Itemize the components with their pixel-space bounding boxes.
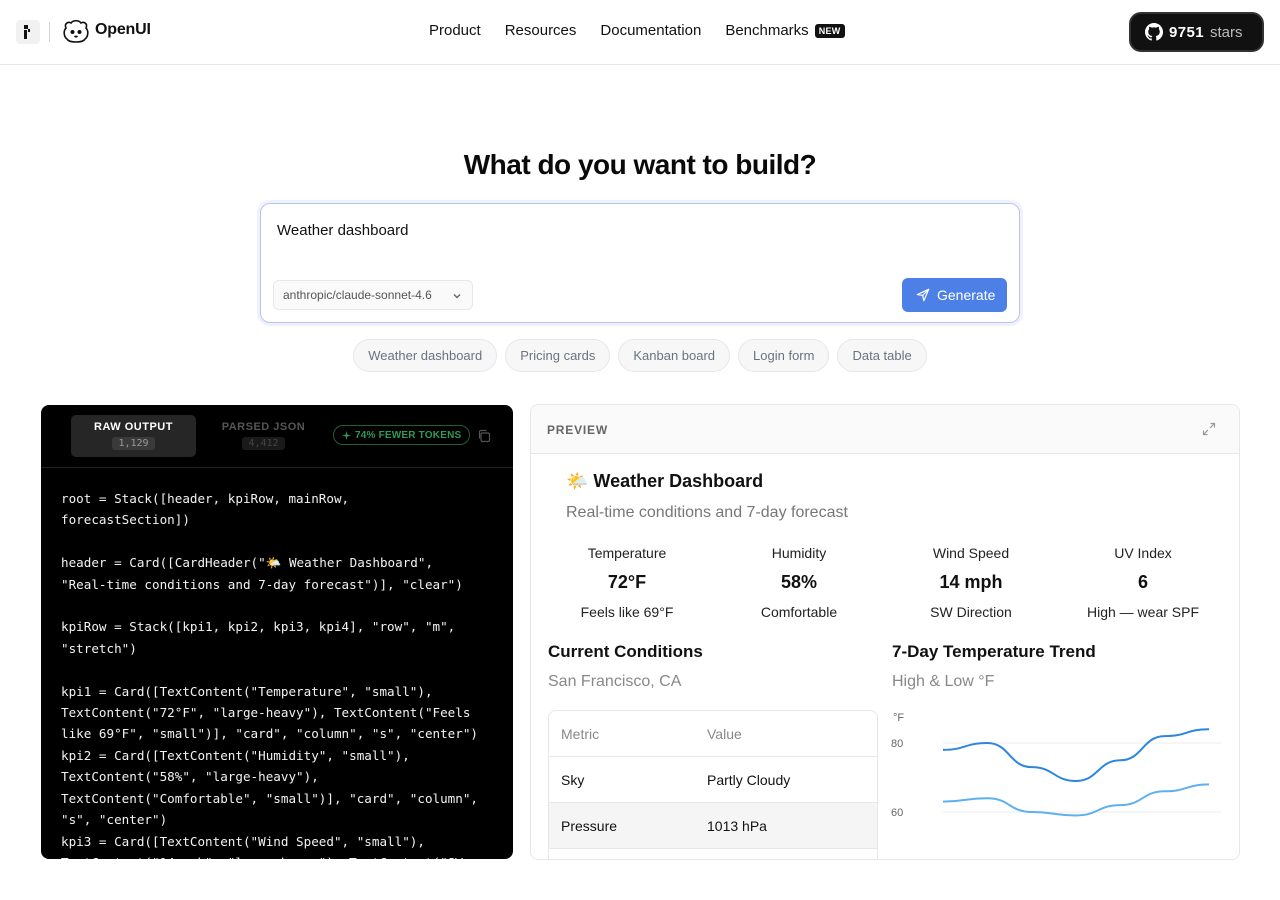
- nav-benchmarks[interactable]: Benchmarks NEW: [725, 22, 845, 39]
- tab-parsed-json-count: 4,412: [242, 437, 285, 450]
- y-axis-unit: °F: [893, 712, 904, 724]
- table-header-value: Value: [707, 726, 742, 742]
- table-cell: Partly Cloudy: [707, 772, 791, 788]
- nav-product[interactable]: Product: [429, 22, 481, 39]
- chip-pricing-cards[interactable]: Pricing cards: [505, 339, 611, 372]
- code-output: root = Stack([header, kpiRow, mainRow, f…: [61, 491, 479, 859]
- table-row: Sky Partly Cloudy: [549, 757, 877, 803]
- kpi-temperature: Temperature 72°F Feels like 69°F: [541, 545, 713, 620]
- preview-panel: PREVIEW 🌤️ Weather Dashboard Real-time c…: [530, 404, 1240, 860]
- new-badge: NEW: [814, 24, 845, 39]
- current-conditions-subtitle: San Francisco, CA: [548, 673, 682, 690]
- kpi-uv-index: UV Index 6 High — wear SPF: [1057, 545, 1229, 620]
- dog-logo-icon[interactable]: [60, 16, 92, 53]
- kpi-note: Comfortable: [760, 604, 838, 620]
- tab-raw-output-label: RAW OUTPUT: [94, 421, 173, 433]
- hero-title: What do you want to build?: [463, 149, 817, 180]
- suggestion-chips: Weather dashboard Pricing cards Kanban b…: [0, 339, 1280, 372]
- chevron-down-icon: [453, 294, 461, 299]
- chip-kanban-board[interactable]: Kanban board: [618, 339, 731, 372]
- kpi-value: 14 mph: [939, 572, 1003, 592]
- stars-label: stars: [1209, 23, 1243, 41]
- nav-resources[interactable]: Resources: [505, 22, 577, 39]
- model-select-value: anthropic/claude-sonnet-4.6: [283, 288, 432, 302]
- generate-label: Generate: [937, 287, 996, 303]
- brand-name[interactable]: OpenUI: [95, 21, 151, 39]
- conditions-table: Metric Value Sky Partly Cloudy Pressure …: [548, 710, 878, 859]
- kpi-label: UV Index: [1114, 545, 1172, 561]
- chip-weather-dashboard[interactable]: Weather dashboard: [353, 339, 498, 372]
- tab-parsed-json-label: PARSED JSON: [221, 421, 306, 433]
- generate-button[interactable]: Generate: [902, 278, 1007, 312]
- current-conditions-title: Current Conditions: [548, 642, 703, 661]
- table-header-row: Metric Value: [549, 711, 877, 757]
- kpi-label: Humidity: [771, 545, 827, 561]
- github-icon: [1145, 23, 1163, 41]
- table-row: Pressure 1013 hPa: [549, 803, 877, 849]
- kpi-note: Feels like 69°F: [580, 604, 674, 620]
- code-panel: RAW OUTPUT 1,129 PARSED JSON 4,412 74% F…: [41, 405, 513, 859]
- top-nav: OpenUI Product Resources Documentation B…: [0, 0, 1280, 65]
- prompt-input[interactable]: Weather dashboard: [277, 222, 408, 239]
- copy-icon[interactable]: [477, 429, 491, 443]
- kpi-wind-speed: Wind Speed 14 mph SW Direction: [885, 545, 1057, 620]
- send-icon: [916, 288, 930, 302]
- kpi-value: 58%: [780, 572, 818, 592]
- table-cell: 1013 hPa: [707, 818, 767, 834]
- table-header-metric: Metric: [561, 726, 600, 742]
- kpi-note: High — wear SPF: [1086, 604, 1200, 620]
- series-line-0: [942, 728, 1210, 782]
- trend-subtitle: High & Low °F: [892, 673, 995, 690]
- kpi-label: Temperature: [587, 545, 667, 561]
- github-stars-button[interactable]: 9751 stars: [1129, 12, 1264, 52]
- dashboard-title: 🌤️ Weather Dashboard: [566, 471, 764, 491]
- trend-title: 7-Day Temperature Trend: [892, 642, 1096, 661]
- nav-links: Product Resources Documentation Benchmar…: [429, 22, 845, 39]
- table-cell: Pressure: [561, 818, 618, 834]
- dashboard-subtitle: Real-time conditions and 7-day forecast: [566, 504, 848, 521]
- brand-mark-icon[interactable]: [16, 20, 40, 44]
- nav-documentation[interactable]: Documentation: [600, 22, 701, 39]
- token-savings-text: 74% FEWER TOKENS: [355, 429, 462, 441]
- preview-label: PREVIEW: [547, 423, 608, 437]
- chip-login-form[interactable]: Login form: [738, 339, 830, 372]
- sparkle-icon: [342, 430, 351, 440]
- logo-divider: [49, 22, 50, 42]
- kpi-humidity: Humidity 58% Comfortable: [713, 545, 885, 620]
- code-tabs: RAW OUTPUT 1,129 PARSED JSON 4,412 74% F…: [41, 405, 513, 468]
- tab-raw-output-count: 1,129: [112, 437, 155, 450]
- prompt-box[interactable]: Weather dashboard anthropic/claude-sonne…: [260, 203, 1020, 323]
- tab-parsed-json[interactable]: PARSED JSON 4,412: [201, 415, 326, 457]
- kpi-value: 6: [1137, 572, 1148, 592]
- y-tick-label: 80: [891, 738, 903, 750]
- series-line-1: [942, 783, 1210, 817]
- y-tick-label: 60: [891, 807, 903, 819]
- stars-count: 9751: [1169, 23, 1204, 41]
- kpi-value: 72°F: [607, 572, 647, 592]
- kpi-label: Wind Speed: [932, 545, 1010, 561]
- table-row-partial: [549, 849, 877, 859]
- token-savings-badge: 74% FEWER TOKENS: [333, 425, 471, 445]
- tab-raw-output[interactable]: RAW OUTPUT 1,129: [71, 415, 196, 457]
- preview-header: PREVIEW: [531, 405, 1239, 454]
- chip-data-table[interactable]: Data table: [837, 339, 927, 372]
- nav-benchmarks-label: Benchmarks: [725, 22, 809, 39]
- kpi-note: SW Direction: [930, 604, 1012, 620]
- table-cell: Sky: [561, 772, 585, 788]
- expand-icon[interactable]: [1202, 422, 1216, 436]
- temperature-trend-chart: °F 60 80: [891, 712, 1221, 819]
- model-select[interactable]: anthropic/claude-sonnet-4.6: [273, 280, 473, 310]
